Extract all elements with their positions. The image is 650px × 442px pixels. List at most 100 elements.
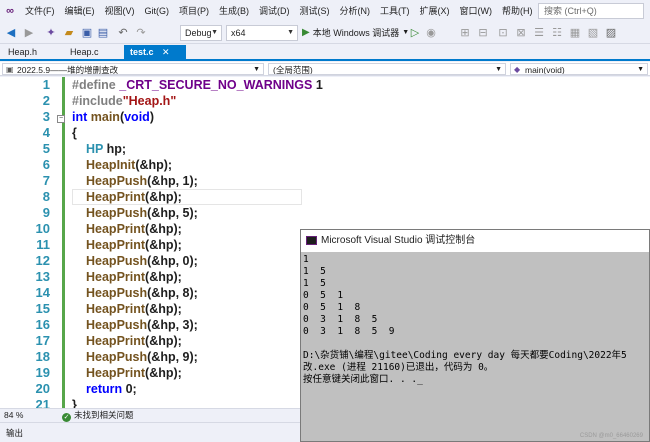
code-token: (&hp, 9); — [147, 350, 198, 364]
code-token: HeapPrint — [86, 222, 146, 236]
code-token: HeapPush — [86, 286, 148, 300]
line-number: 4 — [42, 125, 50, 140]
code-token: #define — [72, 78, 120, 92]
back-icon[interactable]: ◀ — [4, 26, 18, 40]
code-text: HP hp; — [86, 141, 126, 157]
toolbar-tool-icon[interactable]: ☷ — [550, 26, 564, 40]
code-token: int — [72, 110, 88, 124]
menu-tools[interactable]: 工具(T) — [375, 0, 415, 22]
open-folder-icon[interactable]: ▰ — [62, 26, 76, 40]
code-text: HeapPrint(&hp); — [86, 365, 182, 381]
toolbar-tool-icon[interactable]: ⊞ — [458, 26, 472, 40]
menu-build[interactable]: 生成(B) — [214, 0, 254, 22]
menu-file[interactable]: 文件(F) — [20, 0, 60, 22]
code-token: HeapPrint — [86, 270, 146, 284]
console-icon — [306, 236, 317, 245]
menu-git[interactable]: Git(G) — [140, 0, 175, 22]
line-number: 10 — [35, 221, 50, 236]
code-text: HeapPrint(&hp); — [86, 301, 182, 317]
console-line: 0 5 1 8 — [303, 302, 361, 313]
menu-test[interactable]: 测试(S) — [295, 0, 335, 22]
line-number: 2 — [42, 93, 50, 108]
toolbar-tool-icon[interactable]: ▧ — [586, 26, 600, 40]
code-token: (&hp); — [145, 302, 182, 316]
line-number: 6 — [42, 157, 50, 172]
tab-label: Heap.c — [70, 47, 99, 57]
project-dropdown[interactable]: ▣ 2022.5.9——堆的增删查改 ▼ — [2, 63, 264, 75]
visual-studio-logo-icon[interactable]: ∞ — [0, 0, 20, 22]
debug-console-window[interactable]: Microsoft Visual Studio 调试控制台 1 1 5 1 5 … — [300, 229, 650, 442]
new-item-icon[interactable]: ✦ — [44, 26, 58, 40]
chevron-down-icon: ▼ — [287, 29, 294, 36]
start-debugging-button[interactable]: ▶ 本地 Windows 调试器 ▼ — [302, 25, 409, 41]
code-token: HeapPush — [86, 206, 148, 220]
code-line: 4 { — [0, 125, 650, 141]
code-text: HeapPush(&hp, 8); — [86, 285, 198, 301]
console-line: 1 5 — [303, 278, 326, 289]
menu-window[interactable]: 窗口(W) — [455, 0, 498, 22]
member-dropdown[interactable]: ◆ main(void) ▼ — [510, 63, 648, 75]
close-icon[interactable]: ✕ — [162, 47, 170, 57]
code-text: HeapPrint(&hp); — [86, 221, 182, 237]
menu-analyze[interactable]: 分析(N) — [335, 0, 376, 22]
start-debugging-label: 本地 Windows 调试器 — [312, 28, 400, 38]
issues-indicator[interactable]: ✓ 未找到相关问题 — [62, 409, 134, 422]
code-token: #include — [72, 94, 123, 108]
line-number: 8 — [42, 189, 50, 204]
save-icon[interactable]: ▣ — [80, 26, 94, 40]
line-number: 1 — [42, 77, 50, 92]
toolbar-tool-icon[interactable]: ☰ — [532, 26, 546, 40]
chevron-down-icon: ▼ — [637, 66, 644, 73]
toolbar-tool-icon[interactable]: ⊡ — [496, 26, 510, 40]
toolbar-tool-icon[interactable]: ⊠ — [514, 26, 528, 40]
toolbar-tool-icon[interactable]: ▦ — [568, 26, 582, 40]
line-number: 9 — [42, 205, 50, 220]
tab-heap-h[interactable]: Heap.h — [2, 45, 58, 59]
toolbar-tool-icon[interactable]: ▨ — [604, 26, 618, 40]
code-token: HeapPrint — [86, 334, 146, 348]
menu-help[interactable]: 帮助(H) — [497, 0, 538, 22]
document-tab-row: Heap.h Heap.c test.c ✕ — [0, 45, 650, 61]
console-line: 1 — [303, 254, 309, 265]
menu-bar: ∞ 文件(F) 编辑(E) 视图(V) Git(G) 项目(P) 生成(B) 调… — [0, 0, 650, 22]
code-token: HeapPush — [86, 350, 148, 364]
code-token: _CRT_SECURE_NO_WARNINGS — [119, 78, 313, 92]
check-icon: ✓ — [62, 413, 71, 422]
line-number: 21 — [35, 397, 50, 408]
console-title-bar[interactable]: Microsoft Visual Studio 调试控制台 — [301, 230, 649, 252]
code-token: (&hp); — [145, 222, 182, 236]
line-number: 12 — [35, 253, 50, 268]
code-text: HeapPrint(&hp); — [86, 269, 182, 285]
zoom-level[interactable]: 84 % — [4, 409, 23, 422]
code-token: HeapPrint — [86, 190, 146, 204]
tab-test-c[interactable]: test.c ✕ — [124, 45, 186, 59]
toolbar-tool-icon[interactable]: ⊟ — [476, 26, 490, 40]
menu-extensions[interactable]: 扩展(X) — [415, 0, 455, 22]
scope-dropdown[interactable]: (全局范围) ▼ — [268, 63, 506, 75]
code-token: "Heap.h" — [122, 94, 177, 108]
menu-view[interactable]: 视图(V) — [100, 0, 140, 22]
line-number: 15 — [35, 301, 50, 316]
console-line: 0 5 1 — [303, 290, 344, 301]
start-without-debugging-icon[interactable]: ▷ — [408, 26, 422, 40]
configuration-select[interactable]: Debug ▼ — [180, 25, 222, 41]
tab-heap-c[interactable]: Heap.c — [64, 45, 120, 59]
code-token: HeapPrint — [86, 238, 146, 252]
code-text: HeapPush(&hp, 9); — [86, 349, 198, 365]
search-input[interactable]: 搜索 (Ctrl+Q) — [538, 3, 644, 19]
line-number: 19 — [35, 365, 50, 380]
menu-edit[interactable]: 编辑(E) — [60, 0, 100, 22]
save-all-icon[interactable]: ▤ — [96, 26, 110, 40]
forward-icon[interactable]: ▶ — [22, 26, 36, 40]
attach-icon[interactable]: ◉ — [424, 26, 438, 40]
menu-project[interactable]: 项目(P) — [174, 0, 214, 22]
undo-icon[interactable]: ↶ — [116, 26, 130, 40]
code-token: (&hp); — [145, 238, 182, 252]
platform-select[interactable]: x64 ▼ — [226, 25, 298, 41]
console-output[interactable]: 1 1 5 1 5 0 5 1 0 5 1 8 0 3 1 8 5 0 3 1 … — [303, 252, 647, 441]
menu-debug[interactable]: 调试(D) — [254, 0, 295, 22]
code-token: (&hp, 3); — [147, 318, 198, 332]
navigation-bar: ▣ 2022.5.9——堆的增删查改 ▼ (全局范围) ▼ ◆ main(voi… — [0, 62, 650, 76]
code-text: HeapPush(&hp, 3); — [86, 317, 198, 333]
redo-icon[interactable]: ↷ — [134, 26, 148, 40]
